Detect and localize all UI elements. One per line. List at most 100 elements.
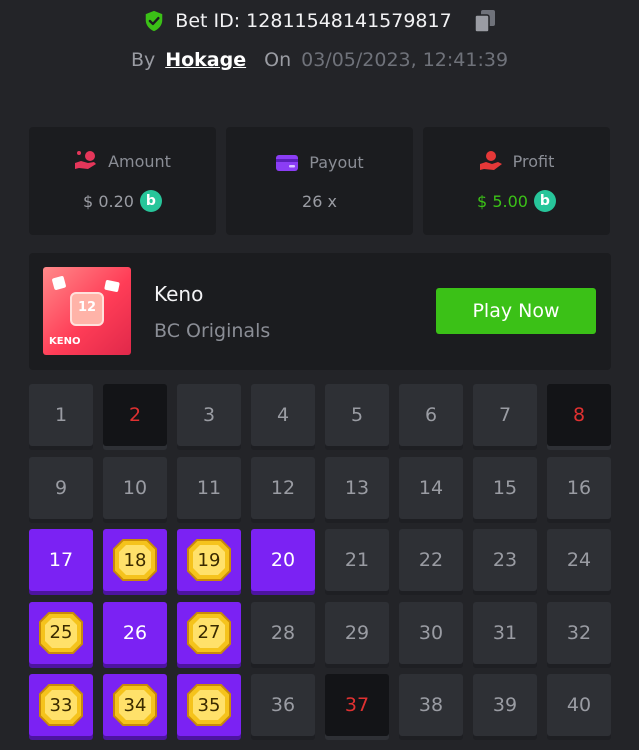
profit-value: $ 5.00 xyxy=(477,191,528,211)
tile-number: 5 xyxy=(350,404,364,426)
tile-number: 19 xyxy=(197,549,221,571)
tile-number: 37 xyxy=(344,694,370,716)
profit-card: Profit $ 5.00 b xyxy=(423,127,610,235)
keno-tile[interactable]: 8 xyxy=(547,384,611,446)
tile-number: 6 xyxy=(424,404,438,426)
keno-tile[interactable]: 13 xyxy=(325,456,389,519)
bc-coin-icon: b xyxy=(139,190,162,212)
keno-tile[interactable]: 33 xyxy=(29,674,93,736)
keno-tile[interactable]: 26 xyxy=(103,601,167,664)
keno-tile[interactable]: 21 xyxy=(325,529,389,591)
keno-tile[interactable]: 23 xyxy=(473,529,537,591)
shield-check-icon xyxy=(146,10,163,32)
keno-tile[interactable]: 20 xyxy=(251,529,315,591)
keno-tile[interactable]: 24 xyxy=(547,529,611,591)
play-now-button[interactable]: Play Now xyxy=(436,288,596,334)
thumb-number: 12 xyxy=(78,300,97,315)
keno-tile[interactable]: 32 xyxy=(547,601,611,664)
keno-tile[interactable]: 2 xyxy=(103,384,167,446)
keno-tile[interactable]: 40 xyxy=(547,674,611,736)
by-label: By xyxy=(130,49,156,71)
tile-number: 35 xyxy=(197,694,221,716)
keno-tile[interactable]: 12 xyxy=(251,456,315,519)
gem-icon: 18 xyxy=(113,539,157,581)
tile-number: 1 xyxy=(54,404,68,426)
tile-number: 20 xyxy=(270,549,296,571)
keno-tile[interactable]: 34 xyxy=(103,674,167,736)
tile-number: 10 xyxy=(122,476,148,499)
keno-tile[interactable]: 37 xyxy=(325,674,389,736)
keno-tile[interactable]: 28 xyxy=(251,601,315,664)
keno-tile[interactable]: 4 xyxy=(251,384,315,446)
gem-icon: 25 xyxy=(39,611,83,654)
tile-number: 17 xyxy=(48,549,74,571)
username-link[interactable]: Hokage xyxy=(165,49,246,71)
payout-card: Payout 26 x xyxy=(226,127,413,235)
keno-tile[interactable]: 9 xyxy=(29,456,93,519)
money-hand-icon xyxy=(75,151,97,169)
tile-number: 27 xyxy=(197,622,221,643)
tile-number: 16 xyxy=(566,476,592,499)
on-label: On xyxy=(264,49,292,71)
tile-number: 29 xyxy=(344,621,370,644)
gem-icon: 19 xyxy=(187,539,231,581)
tile-number: 7 xyxy=(498,404,512,426)
bc-coin-icon: b xyxy=(533,190,556,212)
tile-number: 8 xyxy=(572,404,586,426)
bet-id-row: Bet ID: 12811548141579817 xyxy=(0,9,639,33)
keno-tile[interactable]: 38 xyxy=(399,674,463,736)
tile-number: 9 xyxy=(54,476,68,499)
keno-tile[interactable]: 6 xyxy=(399,384,463,446)
keno-tile[interactable]: 27 xyxy=(177,601,241,664)
keno-tile[interactable]: 18 xyxy=(103,529,167,591)
amount-card: Amount $ 0.20 b xyxy=(29,127,216,235)
keno-tile[interactable]: 5 xyxy=(325,384,389,446)
tile-number: 30 xyxy=(418,621,444,644)
tile-number: 38 xyxy=(418,694,444,716)
keno-tile[interactable]: 30 xyxy=(399,601,463,664)
tile-number: 21 xyxy=(344,549,370,571)
keno-tile[interactable]: 14 xyxy=(399,456,463,519)
tile-number: 28 xyxy=(270,621,296,644)
keno-tile[interactable]: 15 xyxy=(473,456,537,519)
bet-id-text: Bet ID: 12811548141579817 xyxy=(175,10,452,32)
keno-tile[interactable]: 16 xyxy=(547,456,611,519)
game-provider: BC Originals xyxy=(154,320,271,342)
payout-value: 26 x xyxy=(302,191,337,211)
keno-tile[interactable]: 35 xyxy=(177,674,241,736)
keno-tile[interactable]: 22 xyxy=(399,529,463,591)
amount-label: Amount xyxy=(108,151,171,171)
game-name: Keno xyxy=(154,282,204,306)
bet-datetime: 03/05/2023, 12:41:39 xyxy=(301,49,509,71)
keno-tile[interactable]: 36 xyxy=(251,674,315,736)
copy-icon[interactable] xyxy=(473,9,496,33)
tile-number: 4 xyxy=(276,404,290,426)
keno-tile[interactable]: 11 xyxy=(177,456,241,519)
keno-thumbnail[interactable]: 12 KENO xyxy=(43,267,131,355)
gem-icon: 33 xyxy=(39,684,83,726)
keno-tile[interactable]: 10 xyxy=(103,456,167,519)
tile-number: 12 xyxy=(270,476,296,499)
keno-tile[interactable]: 17 xyxy=(29,529,93,591)
tile-number: 40 xyxy=(566,694,592,716)
gem-icon: 34 xyxy=(113,684,157,726)
keno-tile[interactable]: 29 xyxy=(325,601,389,664)
keno-tile[interactable]: 25 xyxy=(29,601,93,664)
bet-meta-row: By Hokage On 03/05/2023, 12:41:39 xyxy=(0,49,639,71)
game-card: 12 KENO Keno BC Originals Play Now xyxy=(29,253,611,370)
keno-tile[interactable]: 31 xyxy=(473,601,537,664)
keno-tile[interactable]: 3 xyxy=(177,384,241,446)
payout-label: Payout xyxy=(309,153,364,172)
tile-number: 2 xyxy=(128,404,142,426)
keno-tile[interactable]: 19 xyxy=(177,529,241,591)
tile-number: 31 xyxy=(492,621,518,644)
tile-number: 34 xyxy=(123,694,147,716)
keno-tile[interactable]: 39 xyxy=(473,674,537,736)
tile-number: 18 xyxy=(123,549,147,571)
keno-tile[interactable]: 7 xyxy=(473,384,537,446)
thumb-label: KENO xyxy=(49,336,81,347)
tile-number: 3 xyxy=(202,404,216,426)
tile-number: 14 xyxy=(418,476,444,499)
amount-value: $ 0.20 xyxy=(83,191,134,211)
keno-tile[interactable]: 1 xyxy=(29,384,93,446)
